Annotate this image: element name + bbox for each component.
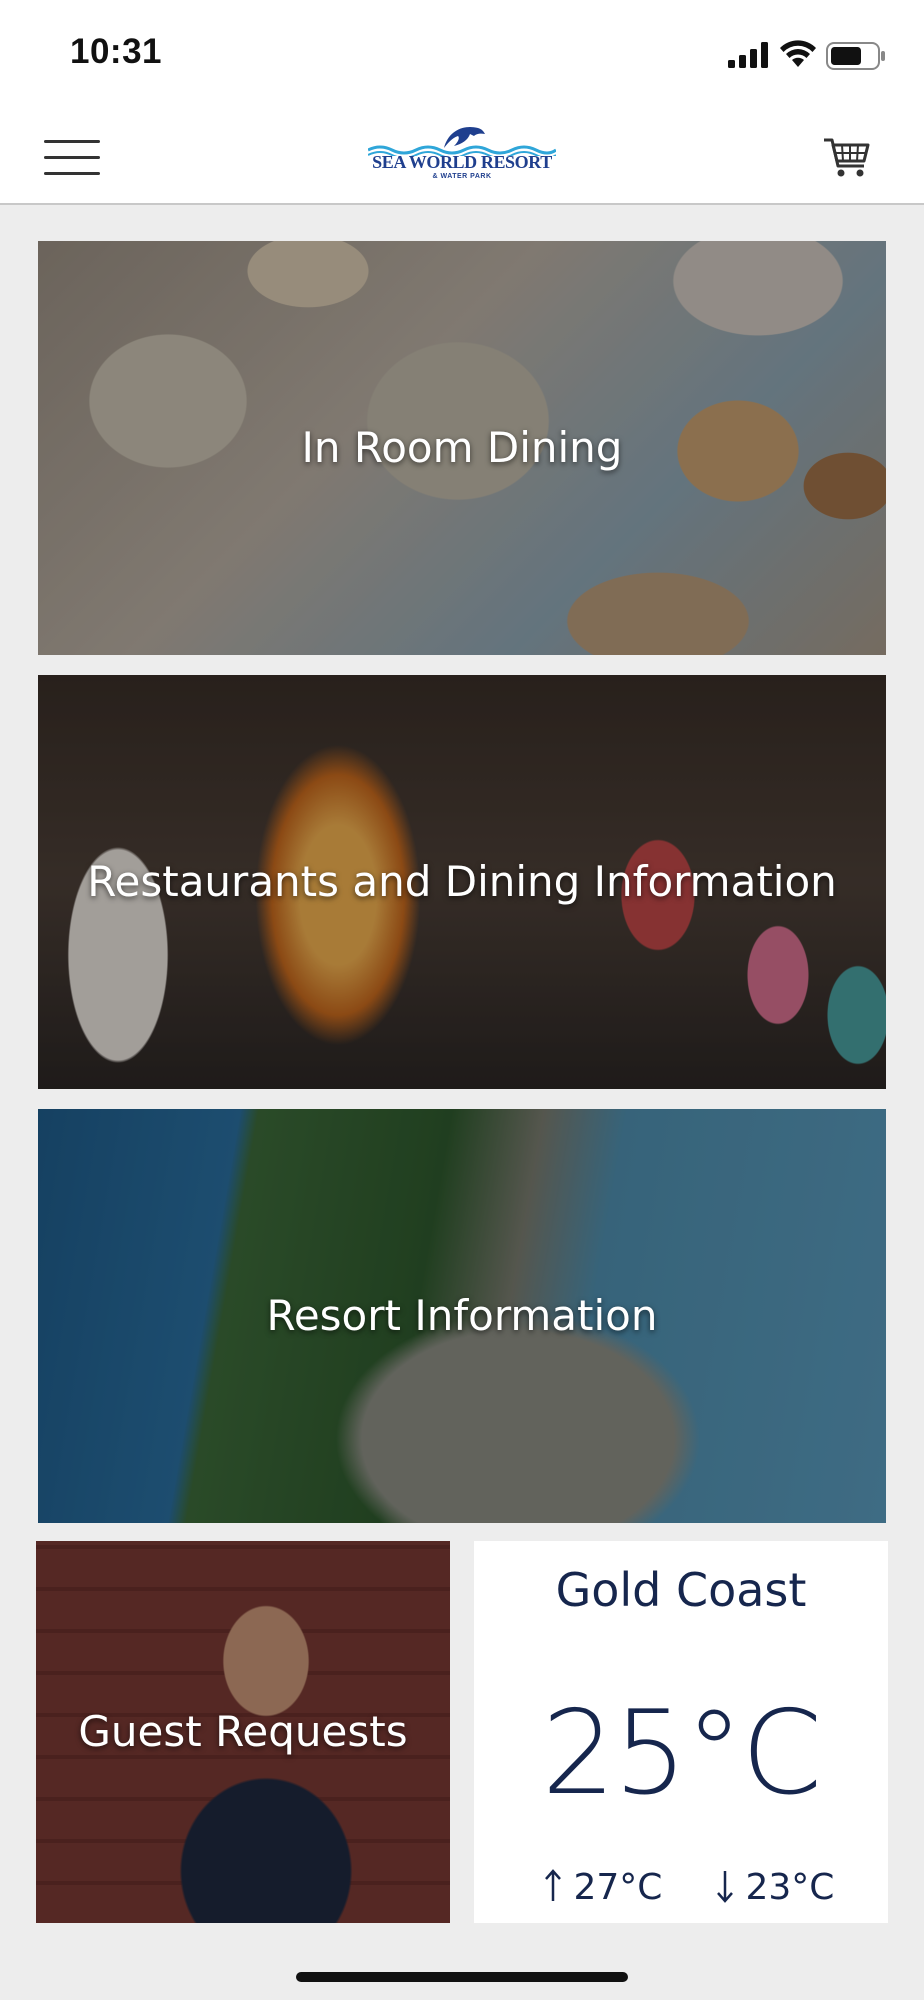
weather-city: Gold Coast (555, 1563, 807, 1617)
cellular-signal-icon (728, 42, 768, 68)
status-bar: 10:31 (0, 0, 924, 110)
sea-world-resort-logo[interactable]: SEA WORLD RESORT & WATER PARK (362, 122, 562, 190)
arrow-up-icon (545, 1869, 561, 1901)
battery-icon (826, 42, 885, 70)
weather-widget[interactable]: Gold Coast 25°C 27°C 23°C (474, 1541, 888, 1923)
in-room-dining-tile[interactable]: In Room Dining (38, 241, 886, 655)
home-indicator[interactable] (296, 1972, 628, 1982)
low-temperature-value: 23°C (745, 1867, 835, 1908)
current-temperature: 25°C (541, 1686, 823, 1821)
tile-label: Resort Information (266, 1291, 658, 1340)
tile-label: Restaurants and Dining Information (87, 857, 837, 906)
tile-label: In Room Dining (301, 423, 623, 472)
high-temperature: 27°C (544, 1867, 662, 1908)
high-temperature-value: 27°C (573, 1867, 663, 1908)
low-temperature: 23°C (716, 1867, 834, 1908)
logo-subtitle: & WATER PARK (432, 173, 492, 180)
app-header: SEA WORLD RESORT & WATER PARK (0, 110, 924, 205)
resort-information-tile[interactable]: Resort Information (38, 1109, 886, 1523)
clock-time: 10:31 (70, 32, 163, 71)
logo-title: SEA WORLD RESORT (372, 152, 552, 172)
guest-requests-tile[interactable]: Guest Requests (36, 1541, 450, 1923)
wifi-icon (780, 40, 816, 67)
arrow-down-icon (717, 1871, 733, 1903)
tile-label: Guest Requests (78, 1707, 408, 1756)
shopping-cart-icon[interactable] (822, 134, 872, 180)
restaurants-dining-tile[interactable]: Restaurants and Dining Information (38, 675, 886, 1089)
hamburger-menu-icon[interactable] (44, 138, 100, 178)
